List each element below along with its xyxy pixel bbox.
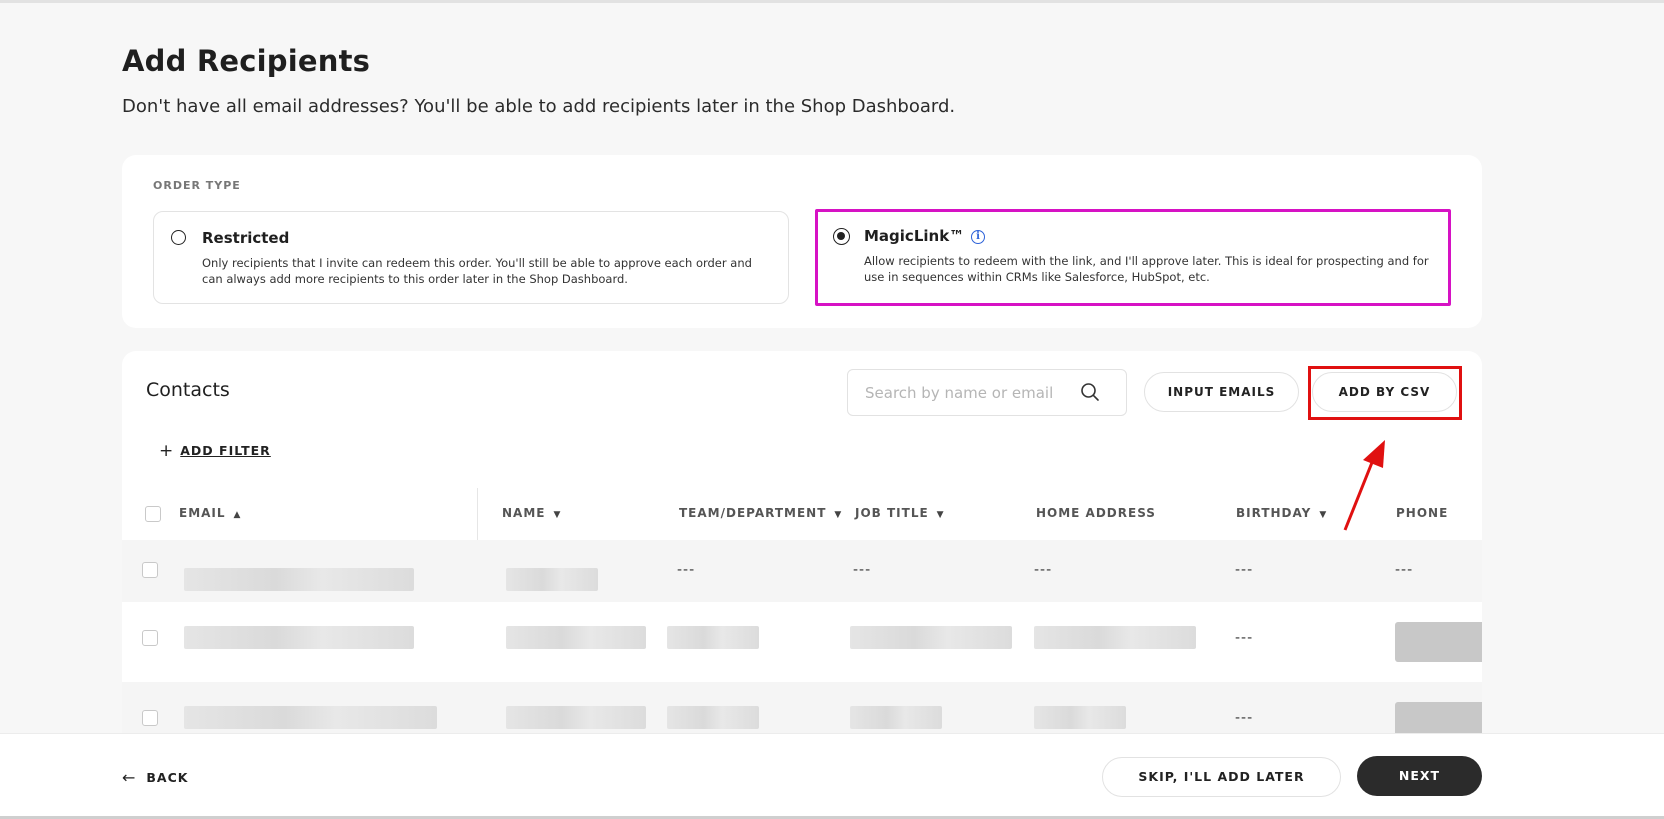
redacted-job-title [850,706,942,729]
redacted-job-title [850,626,1012,649]
info-icon[interactable]: i [971,230,985,244]
csv-highlight-box [1308,366,1462,420]
cell-birthday: --- [1235,710,1254,726]
page-title: Add Recipients [122,44,371,78]
page-subtitle: Don't have all email addresses? You'll b… [122,96,956,117]
row-checkbox[interactable] [142,630,158,646]
column-label-home-address: HOME ADDRESS [1036,506,1156,520]
option-desc-magiclink: Allow recipients to redeem with the link… [864,254,1429,284]
redacted-name [506,568,598,591]
redacted-name [506,706,646,729]
search-input[interactable]: Search by name or email [847,369,1127,416]
radio-selected-icon[interactable] [833,228,850,245]
column-label-phone: PHONE [1396,506,1449,520]
chevron-down-icon[interactable]: ▼ [834,510,842,520]
footer-bar: ← BACK SKIP, I'LL ADD LATER NEXT [0,733,1664,819]
column-label-team: TEAM/DEPARTMENT [679,506,827,520]
cell-job-title: --- [853,562,872,578]
chevron-down-icon[interactable]: ▼ [1319,510,1327,520]
cell-birthday: --- [1235,562,1254,578]
redacted-team [667,626,759,649]
table-row[interactable]: --- [122,602,1482,682]
option-desc-restricted: Only recipients that I invite can redeem… [202,256,752,286]
cell-home-address: --- [1034,562,1053,578]
redacted-home-address [1034,626,1196,649]
order-type-label: ORDER TYPE [153,179,241,192]
search-icon[interactable] [1080,382,1100,402]
contacts-title: Contacts [146,379,230,401]
sort-asc-icon[interactable]: ▲ [234,510,242,520]
option-title-magiclink: MagicLink™ [864,227,965,245]
contacts-card: Contacts Search by name or email INPUT E… [122,351,1482,751]
back-label: BACK [146,770,189,785]
redacted-email [184,626,414,649]
table-row[interactable]: --- --- --- --- --- [122,540,1482,602]
redacted-name [506,626,646,649]
redacted-team [667,706,759,729]
add-filter-link[interactable]: + ADD FILTER [159,441,271,461]
radio-unselected-icon[interactable] [171,230,186,245]
next-button[interactable]: NEXT [1357,756,1482,796]
select-all-checkbox[interactable] [145,506,161,522]
row-checkbox[interactable] [142,562,158,578]
top-rule [0,0,1664,3]
column-label-name: NAME [502,506,546,520]
add-filter-label: ADD FILTER [180,443,271,458]
back-button[interactable]: ← BACK [122,768,188,787]
cell-birthday: --- [1235,630,1254,646]
table-header: EMAIL ▲ NAME ▼ TEAM/DEPARTMENT ▼ JOB TITLE ▼… [122,488,1482,540]
column-header-email[interactable]: EMAIL ▲ [179,506,241,520]
cell-team: --- [677,562,696,578]
row-checkbox[interactable] [142,710,158,726]
redacted-home-address [1034,706,1126,729]
column-header-birthday[interactable]: BIRTHDAY ▼ [1236,506,1327,520]
chevron-down-icon[interactable]: ▼ [937,510,945,520]
order-option-magiclink[interactable]: MagicLink™ i Allow recipients to redeem … [815,209,1451,306]
column-header-home-address: HOME ADDRESS [1036,506,1156,520]
chevron-down-icon[interactable]: ▼ [553,510,561,520]
column-label-email: EMAIL [179,506,226,520]
order-option-restricted[interactable]: Restricted Only recipients that I invite… [153,211,789,304]
search-placeholder: Search by name or email [865,384,1054,402]
column-header-phone: PHONE [1396,506,1448,520]
cell-phone: --- [1395,562,1414,578]
input-emails-button[interactable]: INPUT EMAILS [1144,372,1299,412]
column-label-job-title: JOB TITLE [855,506,929,520]
column-header-job-title[interactable]: JOB TITLE ▼ [855,506,945,520]
arrow-left-icon: ← [122,768,137,787]
column-label-birthday: BIRTHDAY [1236,506,1312,520]
redacted-email [184,706,437,729]
plus-icon: + [159,441,175,461]
redacted-email [184,568,414,591]
option-title-restricted: Restricted [202,229,290,247]
column-header-team[interactable]: TEAM/DEPARTMENT ▼ [679,506,842,520]
column-header-name[interactable]: NAME ▼ [502,506,561,520]
order-type-card: ORDER TYPE Restricted Only recipients th… [122,155,1482,328]
skip-button[interactable]: SKIP, I'LL ADD LATER [1102,757,1341,797]
redacted-phone [1395,622,1482,662]
